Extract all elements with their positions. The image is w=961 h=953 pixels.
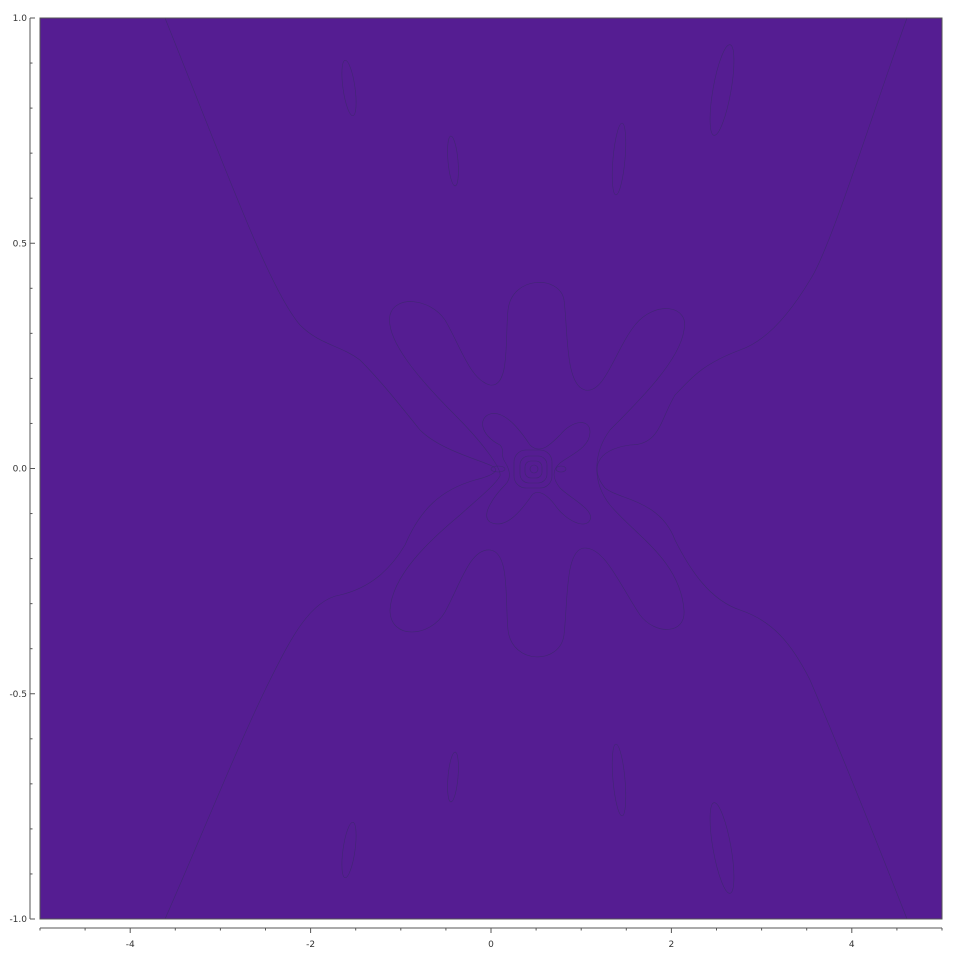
x-tick-label: 4 bbox=[849, 940, 855, 950]
y-axis: 1.0 0.5 0.0 -0.5 -1.0 bbox=[9, 14, 35, 925]
y-tick-label: -0.5 bbox=[9, 690, 27, 700]
contour-plot: -4 -2 0 2 4 1.0 0.5 0.0 -0.5 -1.0 bbox=[9, 14, 943, 950]
x-tick-label: 0 bbox=[488, 940, 494, 950]
y-tick-label: 0.5 bbox=[13, 239, 27, 249]
x-tick-label: 2 bbox=[669, 940, 675, 950]
x-tick-label: -4 bbox=[126, 940, 135, 950]
x-tick-label: -2 bbox=[306, 940, 315, 950]
x-axis: -4 -2 0 2 4 bbox=[39, 927, 943, 950]
y-tick-label: 0.0 bbox=[13, 465, 28, 475]
y-tick-label: -1.0 bbox=[9, 915, 27, 925]
y-tick-label: 1.0 bbox=[13, 14, 28, 24]
